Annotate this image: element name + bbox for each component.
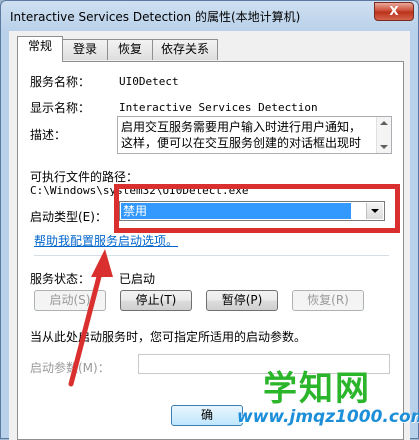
service-name-value: UI0Detect — [119, 75, 179, 88]
tab-logon[interactable]: 登录 — [62, 39, 108, 60]
stop-button[interactable]: 停止(T) — [120, 290, 192, 311]
resume-button[interactable]: 恢复(R) — [292, 290, 364, 311]
tab-recovery[interactable]: 恢复 — [107, 39, 153, 60]
window-title: Interactive Services Detection 的属性(本地计算机… — [10, 10, 301, 24]
separator — [34, 255, 389, 256]
description-scrollbar[interactable] — [376, 117, 391, 153]
watermark-sub: www.jmqz1000.com — [237, 407, 419, 427]
start-params-label: 启动参数(M)： — [30, 361, 110, 375]
service-status-value: 已启动 — [119, 272, 156, 286]
tab-dependencies[interactable]: 依存关系 — [152, 39, 218, 60]
pause-button[interactable]: 暂停(P) — [206, 290, 278, 311]
scroll-down-icon[interactable] — [380, 145, 388, 149]
ok-button[interactable]: 确 — [171, 405, 243, 426]
service-name-label: 服务名称： — [30, 75, 91, 89]
help-configure-link[interactable]: 帮助我配置服务启动选项。 — [34, 232, 178, 249]
display-name-value: Interactive Services Detection — [119, 101, 318, 114]
description-label: 描述： — [30, 128, 67, 142]
close-icon: X — [389, 4, 399, 18]
description-box[interactable]: 启用交互服务需要用户输入时进行用户通知，这样，便可以在交互服务创建的对话框出现时 — [117, 116, 392, 154]
properties-dialog: Interactive Services Detection 的属性(本地计算机… — [0, 0, 419, 440]
close-button[interactable]: X — [374, 2, 414, 21]
startup-type-label: 启动类型(E)： — [30, 210, 107, 224]
watermark: 学知网 www.jmqz1000.com — [237, 361, 419, 439]
service-status-label: 服务状态： — [30, 272, 91, 286]
start-button[interactable]: 启动(S) — [34, 290, 106, 311]
exe-path-label: 可执行文件的路径： — [30, 170, 139, 184]
tab-general[interactable]: 常规 — [17, 36, 63, 62]
display-name-label: 显示名称： — [30, 101, 91, 115]
title-bar[interactable]: Interactive Services Detection 的属性(本地计算机… — [1, 1, 418, 31]
start-params-hint: 当从此处启动服务时，您可指定所适用的启动参数。 — [30, 330, 307, 344]
scroll-up-icon[interactable] — [380, 121, 388, 125]
description-text: 启用交互服务需要用户输入时进行用户通知，这样，便可以在交互服务创建的对话框出现时 — [121, 120, 362, 150]
highlight-frame — [114, 184, 400, 233]
watermark-main: 学知网 — [263, 369, 371, 409]
